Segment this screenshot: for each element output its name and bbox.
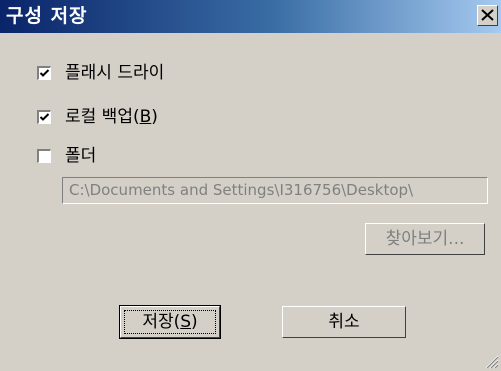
folder-path-field[interactable]: C:\Documents and Settings\I316756\Deskto… [62, 177, 488, 204]
cancel-button[interactable]: 취소 [282, 306, 406, 338]
folder-label: 폴더 [65, 146, 97, 166]
browse-button[interactable]: 찾아보기... [365, 223, 485, 255]
resize-grip-icon[interactable] [485, 355, 499, 369]
flash-drive-label: 플래시 드라이 [65, 63, 165, 83]
close-button[interactable] [477, 5, 498, 26]
save-button[interactable]: 저장(S) [119, 305, 221, 339]
dialog-title: 구성 저장 [6, 5, 88, 27]
save-config-dialog: 구성 저장 플래시 드라이 로컬 백업(B) 폴더 C:\Documents a… [0, 0, 501, 371]
local-backup-accelerator: B [139, 107, 152, 127]
local-backup-option[interactable]: 로컬 백업(B) [37, 106, 257, 130]
flash-drive-option[interactable]: 플래시 드라이 [37, 62, 257, 86]
local-backup-checkbox[interactable] [37, 110, 51, 124]
title-bar: 구성 저장 [0, 0, 501, 33]
focus-rect [124, 310, 216, 334]
local-backup-label: 로컬 백업(B) [65, 107, 158, 127]
folder-option[interactable]: 폴더 [37, 145, 257, 169]
folder-checkbox[interactable] [37, 149, 51, 163]
check-icon [39, 69, 50, 77]
check-icon [39, 113, 50, 121]
close-icon [481, 9, 494, 21]
flash-drive-checkbox[interactable] [37, 66, 51, 80]
